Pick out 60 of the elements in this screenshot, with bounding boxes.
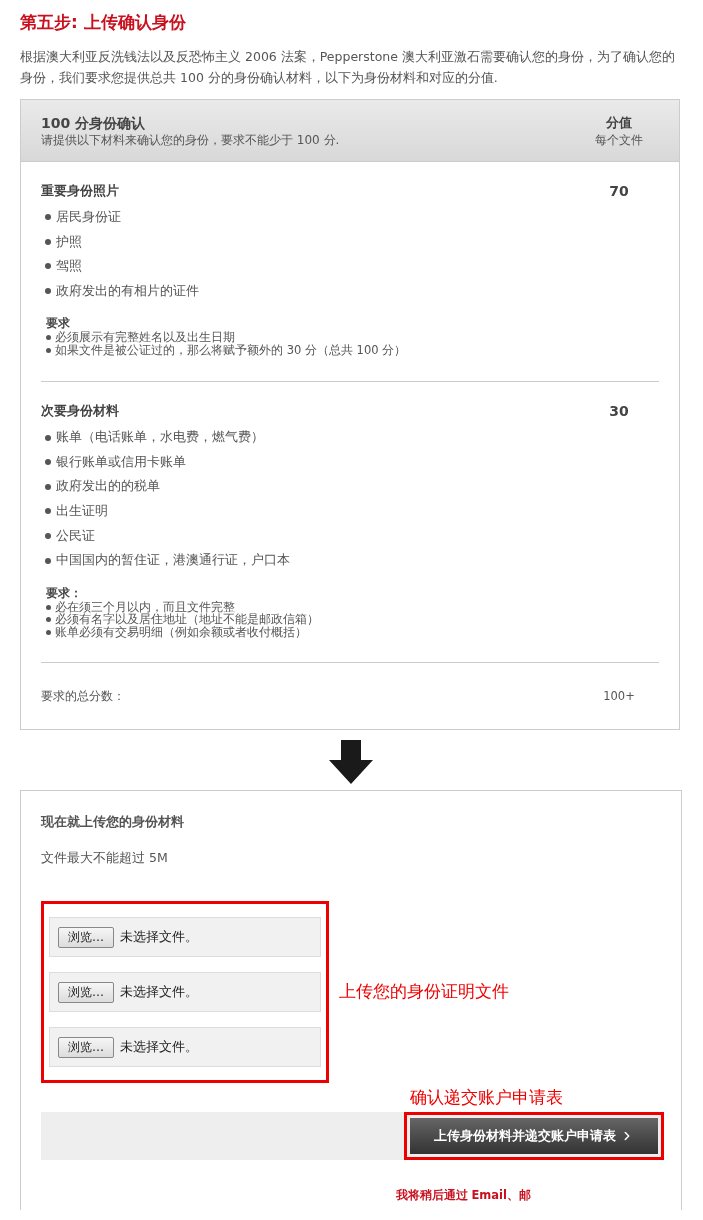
document-item: 驾照: [56, 257, 82, 276]
requirement-item: 如果文件是被公证过的，那么将赋予额外的 30 分（总共 100 分）: [55, 343, 407, 357]
bullet-icon: [45, 263, 51, 270]
bullet-icon: [45, 459, 51, 466]
document-item: 账单（电话账单，水电费，燃气费）: [56, 428, 264, 447]
bullet-icon: [45, 238, 51, 245]
requirement-item: 账单必须有交易明细（例如余额或者收付概括）: [55, 625, 307, 639]
bullet-icon: [45, 483, 51, 490]
total-value: 100+: [602, 687, 636, 705]
file-input[interactable]: 浏览… 未选择文件。: [49, 972, 321, 1013]
file-status: 未选择文件。: [120, 982, 198, 1001]
document-item: 政府发出的的税单: [56, 477, 160, 496]
submit-button[interactable]: 上传身份材料并递交账户申请表: [410, 1118, 658, 1155]
file-input[interactable]: 浏览… 未选择文件。: [49, 917, 321, 958]
header-title: 100 分身份确认: [41, 114, 147, 132]
section-points: 70: [608, 182, 630, 200]
bullet-icon: [46, 347, 51, 353]
requirement-item: 必须有名字以及居住地址（地址不能是邮政信箱）: [55, 613, 319, 626]
header-subtitle: 请提供以下材料来确认您的身份，要求不能少于 100 分.: [41, 132, 340, 148]
requirements-title: 要求：: [45, 584, 82, 601]
document-item: 护照: [56, 232, 82, 251]
document-item: 政府发出的有相片的证件: [56, 281, 199, 300]
bullet-icon: [45, 533, 51, 540]
bullet-icon: [46, 629, 51, 635]
requirements-title: 要求: [45, 315, 70, 331]
document-item: 居民身份证: [56, 207, 121, 226]
section-title: 次要身份材料: [41, 402, 119, 421]
upload-title: 现在就上传您的身份材料: [41, 813, 184, 832]
bullet-icon: [45, 288, 51, 295]
document-item: 出生证明: [56, 502, 108, 521]
file-input[interactable]: 浏览… 未选择文件。: [49, 1027, 321, 1068]
annotation-text: 确认递交账户申请表: [410, 1087, 563, 1110]
score-label: 分值: [606, 114, 632, 132]
bullet-icon: [46, 335, 51, 341]
file-size-note: 文件最大不能超过 5M: [41, 849, 168, 868]
requirement-item: 必须展示有完整姓名以及出生日期: [55, 331, 235, 344]
browse-button[interactable]: 浏览…: [58, 981, 114, 1003]
bullet-icon: [45, 434, 51, 441]
footer-note: 我将稍后通过 Email、邮: [395, 1187, 531, 1205]
document-item: 公民证: [56, 526, 95, 545]
section-title: 重要身份照片: [41, 182, 119, 200]
page-title: 第五步: 上传确认身份: [20, 11, 187, 34]
document-item: 中国国内的暂住证，港澳通行证，户口本: [56, 551, 290, 570]
section-points: 30: [608, 402, 630, 421]
document-item: 银行账单或信用卡账单: [56, 452, 186, 471]
file-status: 未选择文件。: [120, 927, 198, 946]
total-label: 要求的总分数：: [41, 687, 125, 705]
annotation-text: 上传您的身份证明文件: [339, 980, 509, 1003]
score-subtitle: 每个文件: [595, 132, 643, 148]
bullet-icon: [45, 214, 51, 221]
bullet-icon: [45, 508, 51, 515]
down-arrow-icon: [329, 740, 373, 785]
bullet-icon: [46, 617, 51, 623]
bullet-icon: [45, 557, 51, 564]
file-status: 未选择文件。: [120, 1037, 198, 1056]
intro-text: 根据澳大利亚反洗钱法以及反恐怖主义 2006 法案，Pepperstone 澳大利亚激石需要确认您的身份，为了确认您的身份，我们要求您提供总共 100 分的身份确认材料，以下为身份材料和对应的分值.: [20, 48, 676, 87]
bullet-icon: [46, 604, 51, 610]
browse-button[interactable]: 浏览…: [58, 1036, 114, 1058]
browse-button[interactable]: 浏览…: [58, 926, 114, 948]
requirement-item: 必在须三个月以内，而且文件完整: [55, 600, 235, 614]
